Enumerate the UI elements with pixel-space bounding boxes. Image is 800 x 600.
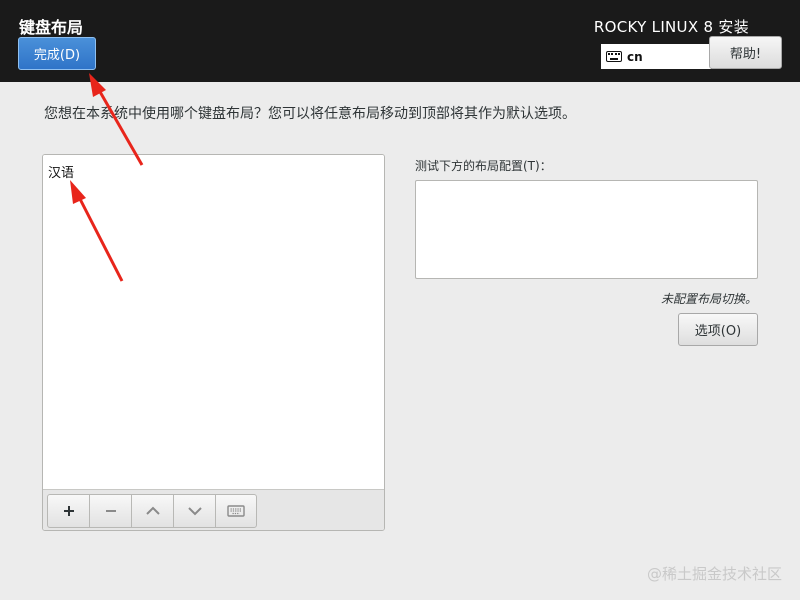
preview-layout-button[interactable] (215, 494, 257, 528)
help-button[interactable]: 帮助! (709, 36, 782, 69)
layout-switch-note: 未配置布局切换。 (660, 292, 757, 306)
spoke-title: 键盘布局 (19, 18, 84, 37)
arrow-down-icon (187, 507, 202, 516)
move-down-button[interactable] (173, 494, 216, 528)
layout-toolbar (43, 489, 384, 530)
layout-list[interactable]: 汉语 (43, 155, 384, 489)
options-button[interactable]: 选项(O) (678, 313, 758, 346)
remove-layout-button[interactable] (89, 494, 132, 528)
layout-panel: 汉语 (42, 154, 385, 531)
keyboard-indicator[interactable]: cn (601, 44, 711, 69)
layout-item-chinese[interactable]: 汉语 (48, 162, 74, 181)
test-layout-label: 测试下方的布局配置(T)： (415, 159, 552, 173)
keyboard-layout-code: cn (627, 49, 643, 64)
product-title: ROCKY LINUX 8 安装 (593, 18, 749, 36)
keyboard-icon (606, 51, 622, 62)
header-bar: 键盘布局 完成(D) ROCKY LINUX 8 安装 cn 帮助! (0, 0, 800, 82)
arrow-up-icon (145, 506, 160, 515)
watermark: @稀土掘金技术社区 (646, 565, 782, 583)
done-button[interactable]: 完成(D) (18, 37, 96, 70)
layout-question: 您想在本系统中使用哪个键盘布局？您可以将任意布局移动到顶部将其作为默认选项。 (44, 106, 576, 122)
add-layout-button[interactable] (47, 494, 90, 528)
keyboard-icon (227, 505, 245, 517)
test-layout-input[interactable] (415, 180, 758, 279)
move-up-button[interactable] (131, 494, 174, 528)
minus-icon (105, 510, 116, 512)
plus-icon (63, 506, 74, 516)
